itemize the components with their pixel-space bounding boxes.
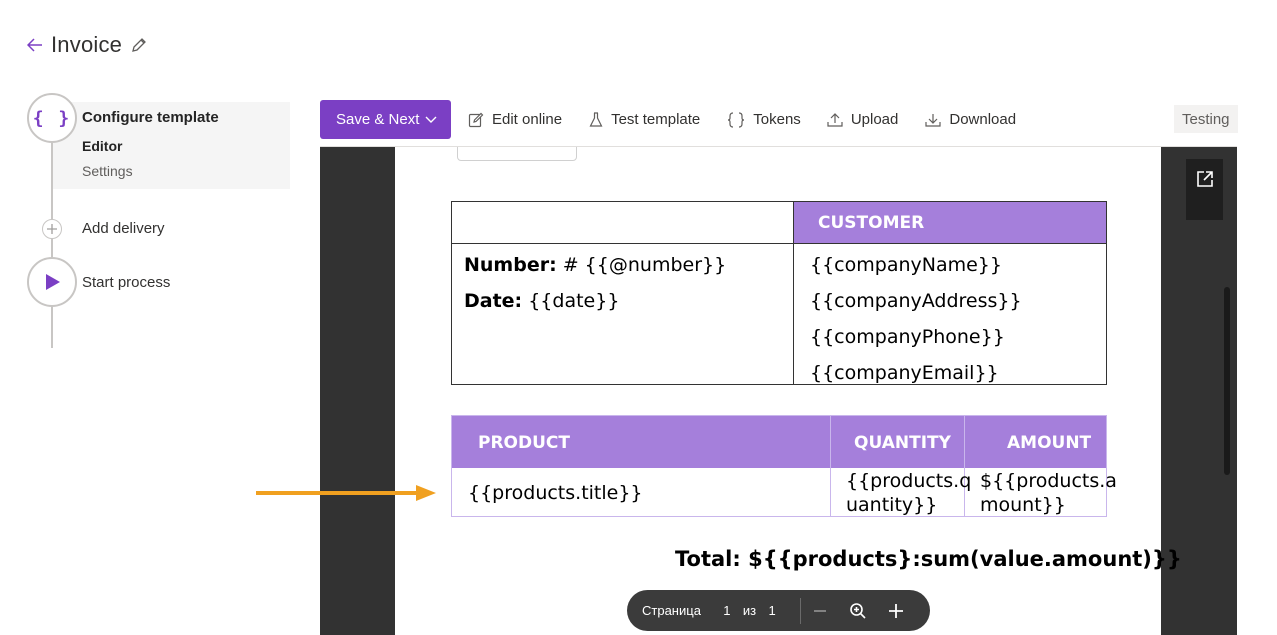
number-line: Number: # {{@number}}	[464, 254, 726, 276]
upload-icon	[827, 112, 843, 127]
company-email: {{companyEmail}}	[810, 362, 999, 384]
braces-icon	[728, 111, 745, 128]
page-title: Invoice	[51, 32, 123, 57]
upload-button[interactable]: Upload	[827, 100, 899, 139]
step-sub-editor[interactable]: Editor	[82, 138, 122, 154]
step-add-delivery[interactable]: Add delivery	[82, 220, 165, 237]
back-arrow-icon[interactable]	[26, 36, 44, 54]
product-amount-cell: ${{products.a mount}}	[980, 469, 1117, 517]
products-table-header: PRODUCT QUANTITY AMOUNT	[452, 416, 1106, 468]
process-stepper: { } Configure template Editor Settings A…	[0, 90, 300, 348]
viewer-scrollbar[interactable]	[1224, 287, 1230, 475]
minus-icon	[814, 609, 827, 612]
zoom-reset-button[interactable]	[839, 596, 877, 626]
edit-pencil-icon[interactable]	[130, 36, 148, 54]
tokens-button[interactable]: Tokens	[727, 100, 801, 139]
invoice-info-table: CUSTOMER Number: # {{@number}} Date: {{d…	[451, 201, 1107, 385]
amount-line-1: ${{products.a	[980, 470, 1117, 492]
step-start-process[interactable]: Start process	[82, 274, 170, 291]
upload-label: Upload	[850, 111, 899, 128]
annotation-arrow-icon	[256, 485, 436, 501]
tokens-label: Tokens	[753, 111, 801, 128]
download-button[interactable]: Download	[925, 100, 1016, 139]
download-icon	[925, 113, 941, 127]
zoom-out-button[interactable]	[801, 596, 839, 626]
braces-icon: { }	[32, 107, 72, 129]
zoom-in-button[interactable]	[877, 596, 915, 626]
page-label: Страница	[642, 603, 701, 618]
total-pages: 1	[768, 603, 776, 618]
download-label: Download	[949, 111, 1017, 128]
test-template-button[interactable]: Test template	[589, 100, 700, 139]
quantity-line-1: {{products.q	[846, 470, 972, 492]
of-label: из	[742, 603, 757, 618]
quantity-line-2: uantity}}	[846, 494, 938, 516]
current-page-input[interactable]: 1	[713, 603, 741, 618]
start-process-step-icon[interactable]	[27, 257, 77, 307]
status-badge: Testing	[1174, 105, 1238, 133]
table-divider	[452, 243, 1106, 244]
column-divider	[830, 416, 831, 516]
col-amount: AMOUNT	[1007, 433, 1092, 453]
number-value: # {{@number}}	[556, 254, 727, 276]
document-viewer[interactable]: CUSTOMER Number: # {{@number}} Date: {{d…	[320, 146, 1237, 635]
amount-line-2: mount}}	[980, 494, 1066, 516]
products-table: PRODUCT QUANTITY AMOUNT {{products.title…	[451, 415, 1117, 517]
date-line: Date: {{date}}	[464, 290, 619, 312]
col-quantity: QUANTITY	[854, 433, 951, 453]
stepper-line	[51, 140, 53, 348]
number-label: Number:	[464, 254, 557, 276]
configure-step-icon[interactable]: { }	[27, 93, 77, 143]
logo-placeholder	[457, 147, 577, 161]
total-line: Total: ${{products}:sum(value.amount)}}	[675, 547, 1182, 571]
flask-icon	[589, 111, 603, 127]
popout-icon	[1196, 171, 1213, 187]
document-page: CUSTOMER Number: # {{@number}} Date: {{d…	[395, 147, 1182, 635]
edit-online-button[interactable]: Edit online	[468, 100, 562, 139]
add-delivery-plus-icon[interactable]	[42, 219, 62, 239]
date-label: Date:	[464, 290, 523, 312]
editor-toolbar: Save & Next Edit online Test template To…	[320, 100, 1016, 139]
plus-icon	[889, 603, 904, 618]
date-value: {{date}}	[522, 290, 620, 312]
test-template-label: Test template	[611, 111, 701, 128]
company-address: {{companyAddress}}	[810, 290, 1022, 312]
save-next-button[interactable]: Save & Next	[320, 100, 451, 139]
product-title-cell: {{products.title}}	[468, 482, 643, 504]
play-icon	[46, 274, 60, 290]
page-header: Invoice	[26, 30, 148, 60]
chevron-down-icon[interactable]	[425, 116, 437, 124]
edit-icon	[468, 112, 484, 127]
step-sub-settings[interactable]: Settings	[82, 163, 133, 179]
step-configure-template[interactable]: Configure template	[82, 109, 219, 126]
customer-header: CUSTOMER	[794, 202, 1106, 243]
zoom-icon	[850, 602, 866, 619]
page-navigator: Страница 1 из 1	[627, 590, 930, 631]
edit-online-label: Edit online	[492, 111, 563, 128]
col-product: PRODUCT	[478, 433, 570, 453]
save-next-label: Save & Next	[336, 111, 420, 128]
product-quantity-cell: {{products.q uantity}}	[846, 469, 971, 517]
open-in-new-window-button[interactable]	[1186, 159, 1223, 220]
company-phone: {{companyPhone}}	[810, 326, 1005, 348]
company-name: {{companyName}}	[810, 254, 1002, 276]
